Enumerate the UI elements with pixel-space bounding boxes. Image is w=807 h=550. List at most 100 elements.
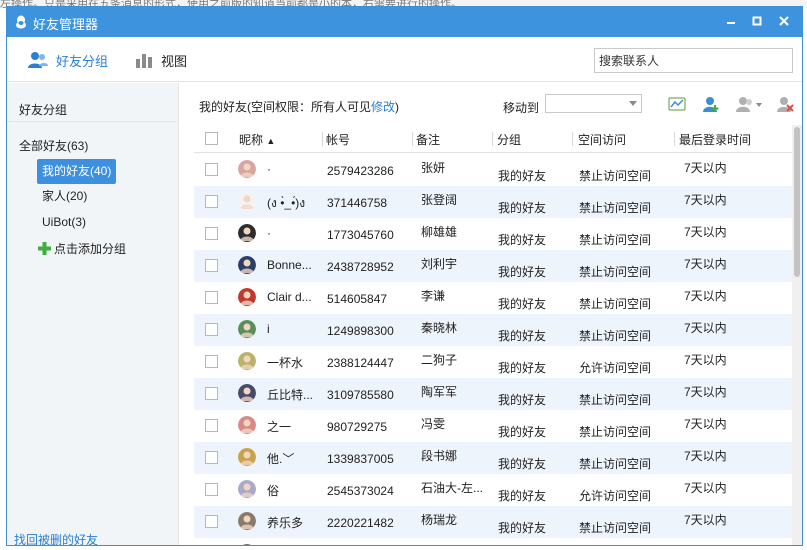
row-checkbox[interactable] bbox=[205, 483, 218, 496]
edit-permission-link[interactable]: 修改 bbox=[371, 100, 395, 114]
avatar-icon bbox=[238, 192, 256, 210]
table-row[interactable]: Bonne... 2438728952 刘利宇 我的好友 禁止访问空间 7天以内 bbox=[194, 250, 794, 282]
cell-remark[interactable]: 张登阔 bbox=[421, 191, 457, 208]
cell-last-login: 7天以内 bbox=[684, 513, 727, 527]
close-icon bbox=[779, 16, 789, 26]
row-checkbox[interactable] bbox=[205, 451, 218, 464]
table-row[interactable]: 俗 2545373024 石油大-左... 我的好友 允许访问空间 7天以内 bbox=[194, 474, 794, 506]
cell-nickname: 之一 bbox=[267, 420, 292, 434]
cell-remark[interactable]: 段书娜 bbox=[421, 447, 457, 464]
search-input[interactable] bbox=[594, 48, 793, 73]
table-row[interactable]: 北上青马立琦 bbox=[194, 538, 794, 545]
sidebar-item-my-friends[interactable]: 我的好友(40) bbox=[37, 159, 117, 184]
table-row[interactable]: 他.﹀ 1339837005 段书娜 我的好友 禁止访问空间 7天以内 bbox=[194, 442, 794, 474]
column-header-account[interactable]: 帐号 bbox=[326, 131, 350, 148]
recover-deleted-friends-link[interactable]: 找回被删的好友 bbox=[14, 531, 98, 545]
cell-remark[interactable]: 刘利宇 bbox=[421, 255, 457, 272]
group-permission-info: 我的好友(空间权限：所有人可见修改) bbox=[199, 98, 399, 115]
column-divider bbox=[674, 132, 675, 146]
table-row[interactable]: · 2579423286 张妍 我的好友 禁止访问空间 7天以内 bbox=[194, 154, 794, 186]
group-permission-text: 我的好友(空间权限：所有人可见 bbox=[199, 100, 371, 114]
cell-remark[interactable]: 秦晓林 bbox=[421, 319, 457, 336]
avatar-icon bbox=[238, 352, 256, 370]
row-checkbox[interactable] bbox=[205, 195, 218, 208]
sidebar-item-uibot[interactable]: UiBot(3) bbox=[37, 210, 91, 235]
cell-remark[interactable]: 石油大-左... bbox=[421, 479, 483, 496]
cell-space-access[interactable]: 禁止访问空间 bbox=[579, 391, 651, 408]
row-checkbox[interactable] bbox=[205, 291, 218, 304]
cell-space-access[interactable]: 允许访问空间 bbox=[579, 487, 651, 504]
add-friend-icon[interactable] bbox=[702, 95, 720, 113]
cell-remark[interactable]: 冯雯 bbox=[421, 415, 445, 432]
avatar bbox=[238, 512, 256, 530]
cell-space-access[interactable]: 禁止访问空间 bbox=[579, 519, 651, 536]
cell-remark[interactable]: 张妍 bbox=[421, 159, 445, 176]
cell-remark[interactable]: 柳雄雄 bbox=[421, 223, 457, 240]
avatar bbox=[238, 544, 256, 545]
avatar bbox=[238, 160, 256, 178]
table-row[interactable]: (ง •̀_•́)ง 371446758 张登阔 我的好友 禁止访问空间 7天以内 bbox=[194, 186, 794, 218]
scrollbar-thumb[interactable] bbox=[794, 127, 800, 277]
cell-remark[interactable]: 陶军军 bbox=[421, 383, 457, 400]
table-row[interactable]: 之一 980729275 冯雯 我的好友 禁止访问空间 7天以内 bbox=[194, 410, 794, 442]
sidebar-item-all-friends[interactable]: 全部好友(63) bbox=[19, 137, 88, 154]
table-row[interactable]: 养乐多 2220221482 杨瑞龙 我的好友 禁止访问空间 7天以内 bbox=[194, 506, 794, 538]
minimize-button[interactable] bbox=[721, 12, 741, 32]
tab-view[interactable]: 视图 bbox=[135, 50, 187, 70]
tab-friend-groups[interactable]: 好友分组 bbox=[28, 50, 108, 70]
add-group-button[interactable]: 点击添加分组 bbox=[38, 240, 126, 257]
vertical-scrollbar[interactable] bbox=[792, 125, 802, 545]
cell-account: 980729275 bbox=[327, 420, 388, 434]
row-checkbox[interactable] bbox=[205, 227, 218, 240]
column-header-nickname[interactable]: 昵称 ▲ bbox=[239, 131, 275, 148]
send-message-icon[interactable] bbox=[668, 95, 686, 113]
column-header-space-access[interactable]: 空间访问 bbox=[578, 131, 626, 148]
cell-space-access[interactable]: 禁止访问空间 bbox=[579, 263, 651, 280]
move-to-dropdown[interactable] bbox=[545, 94, 642, 113]
maximize-button[interactable] bbox=[747, 12, 767, 32]
cell-space-access[interactable]: 禁止访问空间 bbox=[579, 199, 651, 216]
column-header-group[interactable]: 分组 bbox=[497, 131, 521, 148]
sidebar-divider bbox=[7, 121, 177, 122]
sidebar: 好友分组 全部好友(63) 我的好友(40) 家人(20) UiBot(3) 点… bbox=[7, 83, 179, 545]
table-row[interactable]: · 1773045760 柳雄雄 我的好友 禁止访问空间 7天以内 bbox=[194, 218, 794, 250]
cell-remark[interactable]: 李谦 bbox=[421, 287, 445, 304]
cell-space-access[interactable]: 禁止访问空间 bbox=[579, 231, 651, 248]
row-checkbox[interactable] bbox=[205, 387, 218, 400]
move-to-label: 移动到 bbox=[503, 101, 540, 115]
select-all-checkbox[interactable] bbox=[205, 132, 218, 145]
add-group-label: 点击添加分组 bbox=[54, 242, 127, 256]
close-button[interactable] bbox=[774, 12, 794, 32]
column-header-last-login[interactable]: 最后登录时间 bbox=[679, 131, 751, 148]
sidebar-item-family[interactable]: 家人(20) bbox=[37, 184, 92, 209]
cell-account: 2438728952 bbox=[327, 260, 394, 274]
cell-group: 我的好友 bbox=[498, 169, 547, 183]
cell-remark[interactable]: 马立琦 bbox=[421, 543, 457, 545]
cell-remark[interactable]: 杨瑞龙 bbox=[421, 511, 457, 528]
cell-group: 我的好友 bbox=[498, 233, 547, 247]
table-row[interactable]: 丘比特... 3109785580 陶军军 我的好友 禁止访问空间 7天以内 bbox=[194, 378, 794, 410]
cell-account: 1339837005 bbox=[327, 452, 394, 466]
avatar-icon bbox=[238, 512, 256, 530]
row-checkbox[interactable] bbox=[205, 355, 218, 368]
row-checkbox[interactable] bbox=[205, 259, 218, 272]
cell-space-access[interactable]: 禁止访问空间 bbox=[579, 167, 651, 184]
cell-space-access[interactable]: 禁止访问空间 bbox=[579, 327, 651, 344]
row-checkbox[interactable] bbox=[205, 323, 218, 336]
cell-space-access[interactable]: 禁止访问空间 bbox=[579, 423, 651, 440]
tab-friend-groups-label: 好友分组 bbox=[56, 53, 109, 69]
group-settings-icon[interactable] bbox=[736, 95, 764, 113]
cell-space-access[interactable]: 禁止访问空间 bbox=[579, 295, 651, 312]
table-row[interactable]: 一杯水 2388124447 二狗子 我的好友 允许访问空间 7天以内 bbox=[194, 346, 794, 378]
column-header-remark[interactable]: 备注 bbox=[416, 131, 440, 148]
delete-friend-icon[interactable] bbox=[776, 95, 794, 113]
row-checkbox[interactable] bbox=[205, 515, 218, 528]
cell-space-access[interactable]: 禁止访问空间 bbox=[579, 455, 651, 472]
cell-remark[interactable]: 二狗子 bbox=[421, 351, 457, 368]
table-row[interactable]: Clair d... 514605847 李谦 我的好友 禁止访问空间 7天以内 bbox=[194, 282, 794, 314]
row-checkbox[interactable] bbox=[205, 419, 218, 432]
cell-nickname: i bbox=[267, 322, 270, 336]
row-checkbox[interactable] bbox=[205, 163, 218, 176]
table-row[interactable]: i 1249898300 秦晓林 我的好友 禁止访问空间 7天以内 bbox=[194, 314, 794, 346]
cell-space-access[interactable]: 允许访问空间 bbox=[579, 359, 651, 376]
